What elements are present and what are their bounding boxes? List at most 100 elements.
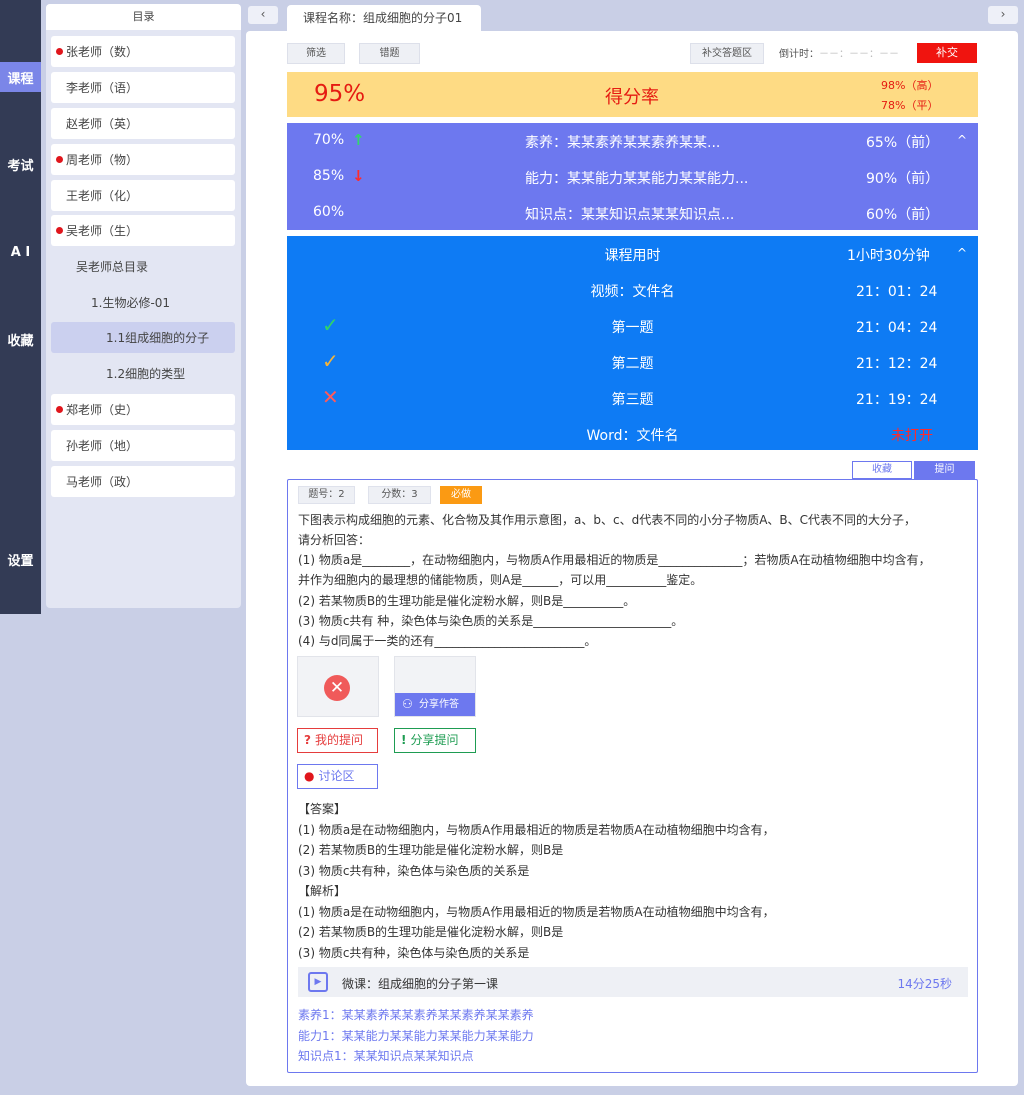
delete-circle-icon[interactable]: ✕	[324, 675, 350, 701]
rail-course[interactable]: 课程	[0, 62, 41, 92]
teacher-name: 李老师（语）	[66, 81, 139, 95]
knowledge-tag: 知识点1：某某知识点某某知识点	[298, 1049, 474, 1063]
score-percent: 95%	[314, 81, 366, 107]
time-row-time: 21：19：24	[856, 392, 938, 408]
score-card: 95% 得分率 98%（高） 78%（平）	[287, 72, 978, 117]
makeup-area-button[interactable]: 补交答题区	[690, 43, 764, 64]
collapse-caret-icon[interactable]: ^	[957, 246, 967, 260]
collapse-caret-icon[interactable]: ^	[957, 133, 967, 147]
ability-name: 能力：某某能力某某能力某某能力...	[525, 171, 749, 187]
answer-image[interactable]: ⚇ 分享作答	[394, 656, 476, 717]
directory-panel: 目录 张老师（数） 李老师（语） 赵老师（英） 周老师（物） 王老师（化） 吴老…	[46, 4, 241, 608]
directory-title: 目录	[46, 4, 241, 30]
rail-exam[interactable]: 考试	[0, 149, 41, 179]
teacher-name: 孙老师（地）	[66, 439, 139, 453]
teacher-name: 周老师（物）	[66, 153, 139, 167]
answer-text: 【答案】	[298, 802, 347, 816]
required-badge: 必做	[440, 486, 482, 504]
teacher-name: 郑老师（史）	[66, 403, 139, 417]
discussion-label: 讨论区	[318, 769, 355, 783]
question-text: (2) 若某物质B的生理功能是催化淀粉水解，则B是__________。	[298, 594, 636, 608]
time-row-time: 21：04：24	[856, 320, 938, 336]
ability-rank: 90%（前）	[866, 171, 940, 187]
answer-text: (2) 若某物质B的生理功能是催化淀粉水解，则B是	[298, 843, 564, 857]
rail-ai[interactable]: A I	[0, 237, 41, 267]
ability-row: 70% ↑ 素养：某某素养某某素养某某... 65%（前）	[287, 123, 978, 159]
analysis-text: (2) 若某物质B的生理功能是催化淀粉水解，则B是	[298, 925, 564, 939]
submit-button[interactable]: 补交	[917, 43, 977, 63]
share-icon: ⚇	[402, 697, 413, 711]
teacher-item[interactable]: 周老师（物）	[51, 144, 235, 175]
micro-lesson-duration: 14分25秒	[897, 977, 952, 991]
unread-dot	[56, 406, 63, 413]
unread-dot	[56, 156, 63, 163]
teacher-item[interactable]: 赵老师（英）	[51, 108, 235, 139]
countdown-label: 倒计时：	[779, 49, 819, 60]
favorite-tab[interactable]: 收藏	[852, 461, 912, 479]
ability-rank: 65%（前）	[866, 135, 940, 151]
ability-value: 85%	[313, 168, 345, 184]
teacher-name: 王老师（化）	[66, 189, 139, 203]
dir-sub-item[interactable]: 吴老师总目录	[76, 251, 148, 282]
ability-row: 85% ↓ 能力：某某能力某某能力某某能力... 90%（前）	[287, 159, 978, 195]
time-row[interactable]: ✕ 第三题 21：19：24	[287, 380, 978, 416]
micro-lesson[interactable]: ▶ 微课：组成细胞的分子第一课 14分25秒	[298, 967, 968, 997]
teacher-item[interactable]: 吴老师（生）	[51, 215, 235, 246]
teacher-item[interactable]: 王老师（化）	[51, 180, 235, 211]
share-question-button[interactable]: ! 分享提问	[394, 728, 476, 753]
exclamation-icon: !	[401, 733, 407, 747]
time-row-time: 21：01：24	[856, 284, 938, 300]
ability-card: 70% ↑ 素养：某某素养某某素养某某... 65%（前） 85% ↓ 能力：某…	[287, 123, 978, 230]
discussion-button[interactable]: ● 讨论区	[297, 764, 378, 789]
teacher-item[interactable]: 李老师（语）	[51, 72, 235, 103]
ability-name: 素养：某某素养某某素养某某...	[525, 135, 721, 151]
share-answer-label: 分享作答	[419, 699, 459, 710]
ability-name: 知识点：某某知识点某某知识点...	[525, 207, 735, 223]
course-time-card: 课程用时 1小时30分钟 ^ 视频：文件名 21：01：24 ✓ 第一题 21：…	[287, 236, 978, 450]
competency-tag: 素养1：某某素养某某素养某某素养某某素养	[298, 1008, 534, 1022]
time-row[interactable]: ✓ 第二题 21：12：24	[287, 344, 978, 380]
countdown: 倒计时：－－：－－：－－	[779, 45, 899, 60]
question-number: 题号：2	[298, 486, 355, 504]
time-row[interactable]: 视频：文件名 21：01：24	[287, 272, 978, 308]
teacher-name: 吴老师（生）	[66, 224, 139, 238]
ability-row: 60% 知识点：某某知识点某某知识点... 60%（前）	[287, 195, 978, 231]
question-text: 下图表示构成细胞的元素、化合物及其作用示意图，a、b、c、d代表不同的小分子物质…	[298, 513, 917, 527]
ask-tab[interactable]: 提问	[914, 461, 975, 479]
time-row-time: 21：12：24	[856, 356, 938, 372]
my-question-button[interactable]: ? 我的提问	[297, 728, 378, 753]
teacher-name: 赵老师（英）	[66, 117, 139, 131]
question-mark-icon: ?	[304, 733, 311, 747]
teacher-item[interactable]: 马老师（政）	[51, 466, 235, 497]
share-answer-button[interactable]: ⚇ 分享作答	[395, 693, 475, 716]
dir-sub-item-selected[interactable]: 1.1组成细胞的分子	[51, 322, 235, 353]
question-card: 题号：2 分数：3 必做 下图表示构成细胞的元素、化合物及其作用示意图，a、b、…	[287, 479, 978, 1073]
answer-image[interactable]: ✕	[297, 656, 379, 717]
wrong-questions-button[interactable]: 错题	[359, 43, 420, 64]
time-row-name: Word：文件名	[586, 428, 679, 444]
next-button[interactable]: ›	[988, 6, 1018, 24]
time-row[interactable]: Word：文件名 未打开	[287, 416, 978, 452]
unread-dot	[56, 48, 63, 55]
rail-favorites[interactable]: 收藏	[0, 324, 41, 354]
question-text: (3) 物质c共有 种，染色体与染色质的关系是_________________…	[298, 614, 684, 628]
rail-settings[interactable]: 设置	[0, 544, 41, 574]
prev-button[interactable]: ‹	[248, 6, 278, 24]
course-tab[interactable]: 课程名称：组成细胞的分子01	[287, 5, 481, 32]
teacher-item[interactable]: 孙老师（地）	[51, 430, 235, 461]
teacher-item[interactable]: 张老师（数）	[51, 36, 235, 67]
score-avg: 78%（平）	[881, 99, 939, 112]
dir-sub-item[interactable]: 1.生物必修-01	[91, 287, 170, 318]
teacher-item[interactable]: 郑老师（史）	[51, 394, 235, 425]
analysis-text: 【解析】	[298, 884, 347, 898]
trend-down-icon: ↓	[352, 167, 365, 185]
micro-lesson-title: 微课：组成细胞的分子第一课	[342, 977, 499, 991]
analysis-text: (1) 物质a是在动物细胞内，与物质A作用最相近的物质是若物质A在动植物细胞中均…	[298, 905, 775, 919]
filter-button[interactable]: 筛选	[287, 43, 345, 64]
dir-sub-item[interactable]: 1.2细胞的类型	[106, 358, 185, 389]
unread-dot	[56, 227, 63, 234]
course-time-header: 课程用时 1小时30分钟	[287, 236, 978, 272]
teacher-name: 马老师（政）	[66, 475, 139, 489]
time-row[interactable]: ✓ 第一题 21：04：24	[287, 308, 978, 344]
teacher-name: 张老师（数）	[66, 45, 139, 59]
